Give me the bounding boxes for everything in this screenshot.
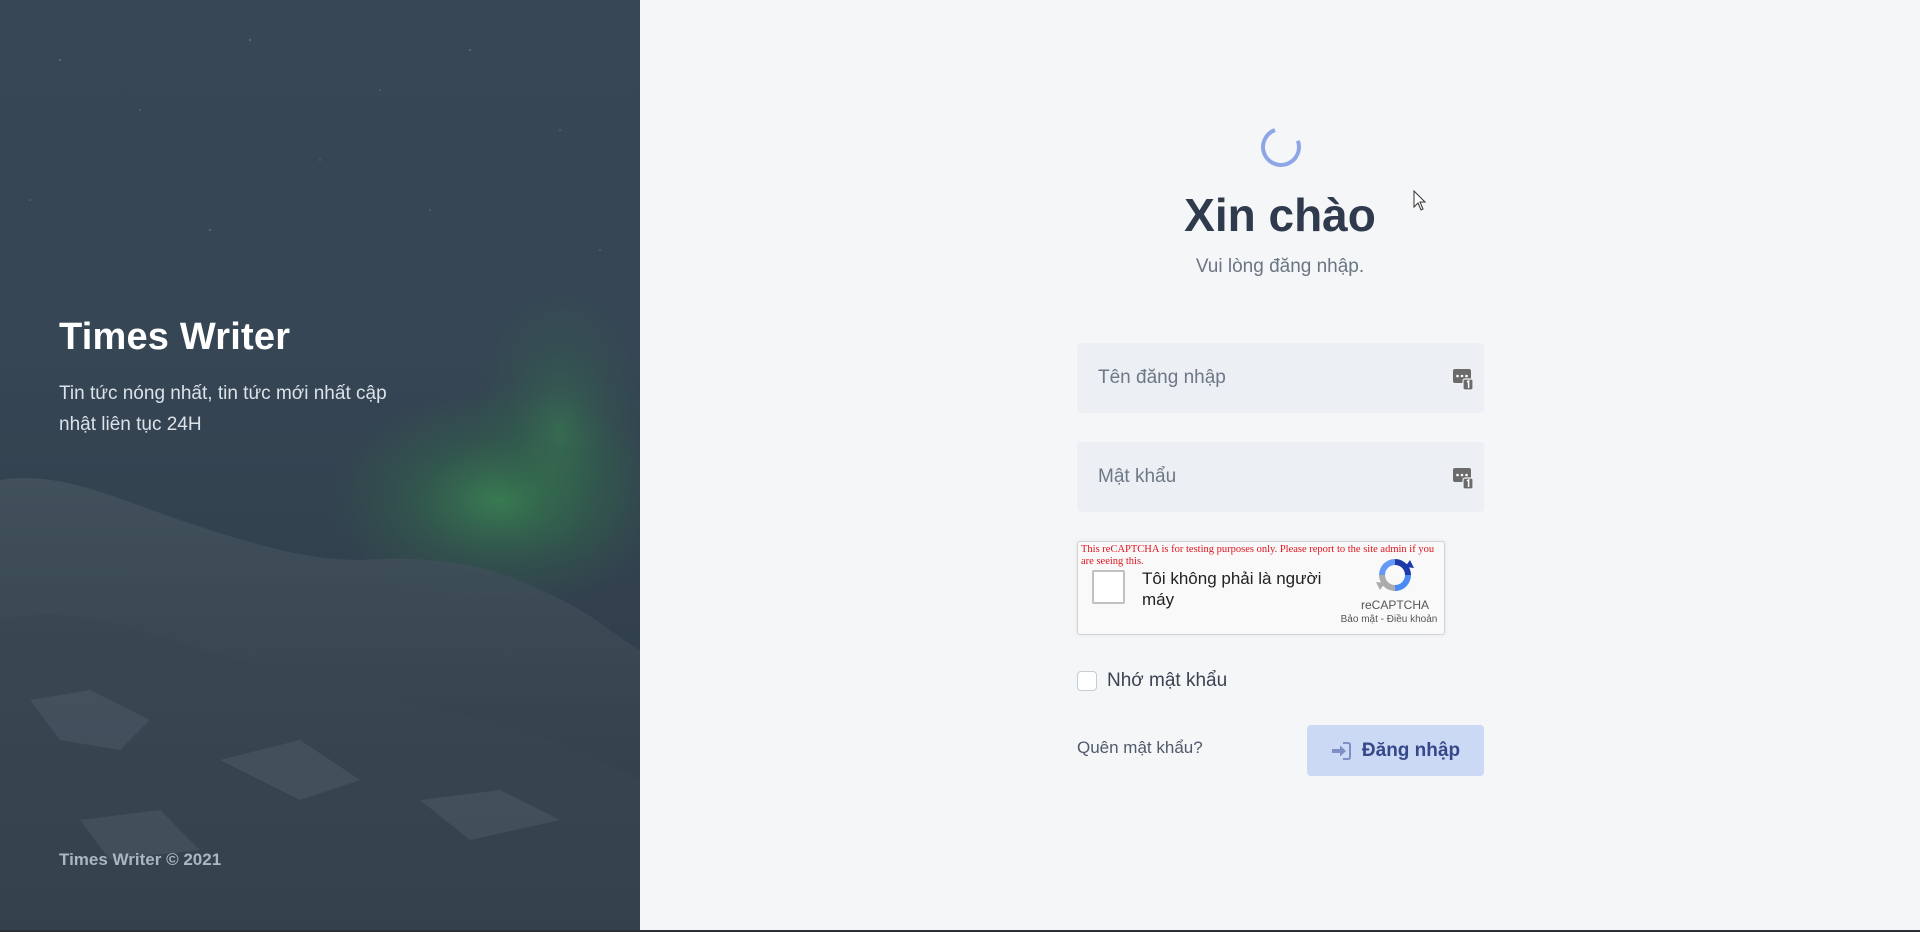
login-page: Times Writer Tin tức nóng nhất, tin tức … bbox=[0, 0, 1920, 932]
password-field bbox=[1077, 442, 1484, 512]
recaptcha-logo-icon bbox=[1376, 559, 1414, 591]
recaptcha-brand: reCAPTCHA bbox=[1360, 598, 1429, 612]
brand-title: Times Writer bbox=[59, 316, 291, 358]
password-input[interactable] bbox=[1077, 442, 1484, 512]
mouse-cursor-icon bbox=[1413, 190, 1427, 211]
username-input[interactable] bbox=[1077, 343, 1484, 413]
recaptcha-privacy-terms-links[interactable]: Bảo mật - Điều khoản bbox=[1336, 614, 1442, 625]
hero-overlay bbox=[0, 0, 640, 930]
sign-in-icon bbox=[1331, 741, 1351, 760]
remember-me-label: Nhớ mật khẩu bbox=[1107, 670, 1228, 691]
recaptcha-widget: This reCAPTCHA is for testing purposes o… bbox=[1077, 541, 1445, 635]
page-subtitle: Vui lòng đăng nhập. bbox=[1195, 256, 1365, 277]
password-manager-icon[interactable] bbox=[1452, 367, 1474, 391]
password-manager-icon[interactable] bbox=[1452, 466, 1474, 490]
login-button-label: Đăng nhập bbox=[1361, 739, 1461, 761]
remember-me-checkbox[interactable] bbox=[1077, 671, 1097, 691]
hero-panel: Times Writer Tin tức nóng nhất, tin tức … bbox=[0, 0, 640, 930]
recaptcha-label: Tôi không phải là người máy bbox=[1142, 569, 1322, 609]
forgot-password-link[interactable]: Quên mật khẩu? bbox=[1077, 738, 1203, 758]
login-button[interactable]: Đăng nhập bbox=[1307, 725, 1484, 776]
username-field bbox=[1077, 343, 1484, 413]
copyright-footer: Times Writer © 2021 bbox=[59, 850, 222, 869]
remember-me[interactable]: Nhớ mật khẩu bbox=[1077, 669, 1227, 693]
recaptcha-checkbox[interactable] bbox=[1092, 570, 1125, 604]
brand-tagline: Tin tức nóng nhất, tin tức mới nhất cập … bbox=[59, 383, 387, 435]
